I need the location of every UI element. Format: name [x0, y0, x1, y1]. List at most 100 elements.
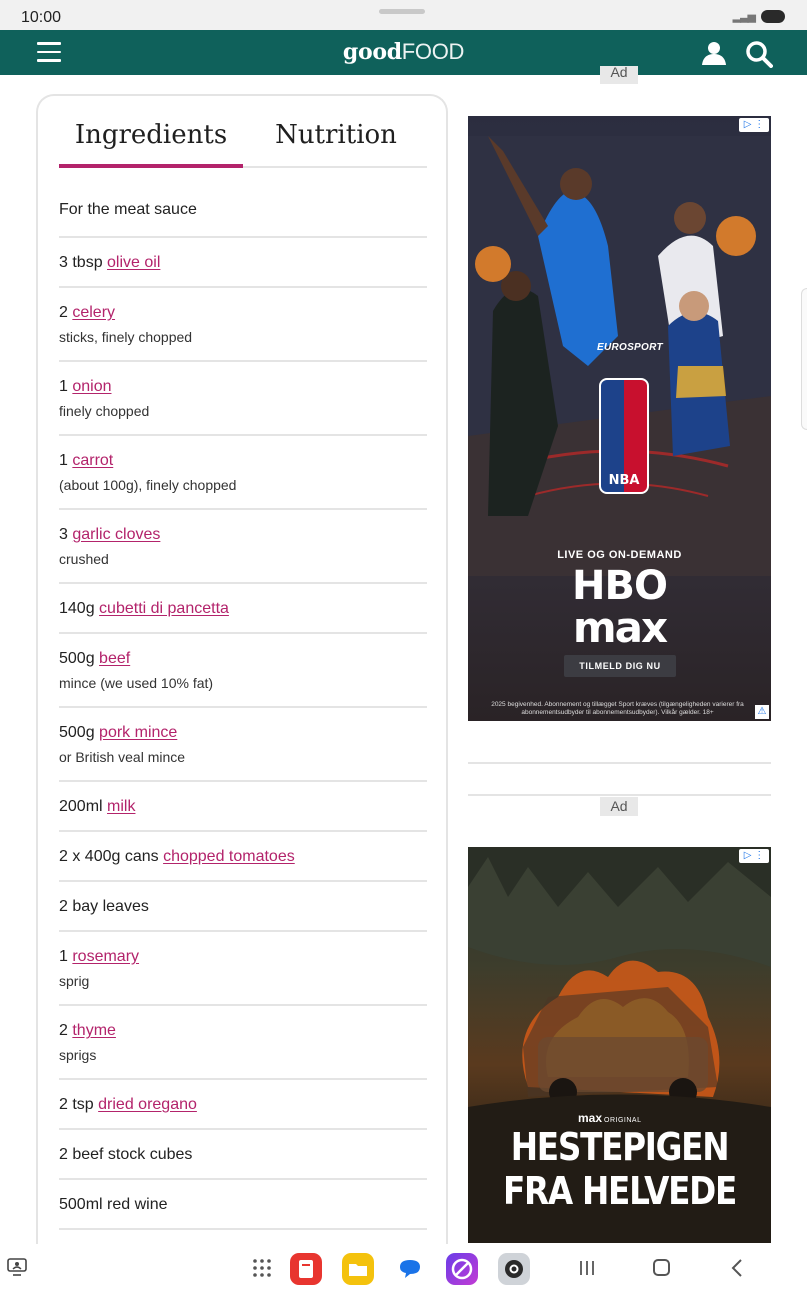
ingredient-link[interactable]: beef: [99, 650, 130, 667]
ingredient-quantity: 2 tsp: [59, 1096, 99, 1113]
ingredient-quantity: 3 tbsp: [59, 254, 108, 271]
ingredient-quantity: 2: [59, 1022, 73, 1039]
ingredient-quantity: 2 x 400g cans: [59, 848, 164, 865]
ingredient-link[interactable]: pork mince: [99, 724, 177, 741]
home-button-icon[interactable]: [653, 1259, 670, 1276]
ingredient-quantity: 500ml red wine: [59, 1196, 168, 1213]
ingredient-text: 1 rosemary: [59, 947, 427, 967]
ad-cta-button[interactable]: TILMELD DIG NU: [564, 655, 676, 677]
max-original-sub: ORIGINAL: [604, 1117, 642, 1124]
status-time: 10:00: [21, 9, 62, 26]
status-icons: ▂▃▅: [733, 10, 785, 23]
notes-app-icon[interactable]: [290, 1253, 322, 1285]
basketball-players-image: [468, 136, 771, 576]
messages-app-icon[interactable]: [394, 1253, 426, 1285]
ingredient-text: 1 onion: [59, 377, 427, 397]
app-drawer-icon[interactable]: [252, 1258, 272, 1278]
brand-logo[interactable]: goodFOOD: [0, 39, 807, 65]
browser-app-icon[interactable]: [446, 1253, 478, 1285]
ad-divider: [468, 762, 771, 764]
ingredient-link[interactable]: thyme: [72, 1022, 116, 1039]
movie-title-line1: HESTEPIGEN: [510, 1125, 730, 1169]
adchoices-icon[interactable]: ▷ ⋮: [739, 118, 769, 132]
hbo-max-ad[interactable]: ▷ ⋮ EUROSPORT NBA LIVE OG ON-DEMAND HBO …: [468, 116, 771, 721]
ingredient-quantity: 140g: [59, 600, 100, 617]
back-button-icon[interactable]: [730, 1258, 744, 1278]
ingredient-item: 2 bay leaves: [59, 882, 427, 932]
ingredient-list: For the meat sauce 3 tbsp olive oil 2 cel…: [59, 176, 427, 1230]
ingredient-group-heading: For the meat sauce: [59, 176, 427, 238]
brand-logo-food: FOOD: [401, 39, 465, 64]
ingredient-link[interactable]: garlic cloves: [72, 526, 160, 543]
tab-bar: Ingredients Nutrition: [59, 116, 427, 168]
ingredient-item: 200ml milk: [59, 782, 427, 832]
ingredient-link[interactable]: cubetti di pancetta: [99, 600, 229, 617]
ingredient-item: 2 thyme sprigs: [59, 1006, 427, 1080]
ingredient-item: 2 celery sticks, finely chopped: [59, 288, 427, 362]
screen-share-icon[interactable]: [7, 1258, 27, 1276]
ingredient-quantity: 2 bay leaves: [59, 898, 149, 915]
status-bar: 10:00 ▂▃▅: [0, 0, 807, 32]
camera-app-icon[interactable]: [498, 1253, 530, 1285]
files-app-icon[interactable]: [342, 1253, 374, 1285]
recents-button-icon[interactable]: [578, 1260, 596, 1276]
ad-label: Ad: [600, 66, 638, 84]
signal-icon: ▂▃▅: [732, 11, 756, 23]
user-icon[interactable]: [701, 41, 727, 65]
ingredient-text: 3 garlic cloves: [59, 525, 427, 545]
ingredient-quantity: 500g: [59, 724, 100, 741]
ingredient-link[interactable]: dried oregano: [98, 1096, 197, 1113]
ingredient-link[interactable]: onion: [72, 378, 111, 395]
ingredient-item: 2 x 400g cans chopped tomatoes: [59, 832, 427, 882]
ingredient-note: crushed: [59, 551, 109, 567]
ingredient-link[interactable]: carrot: [72, 452, 113, 469]
active-tab-indicator: [59, 164, 243, 168]
ingredient-note: sprigs: [59, 1047, 97, 1063]
ingredient-text: 1 carrot: [59, 451, 427, 471]
ingredient-item: 1 carrot (about 100g), finely chopped: [59, 436, 427, 510]
ingredient-text: 3 tbsp olive oil: [59, 253, 427, 273]
ingredient-text: 2 bay leaves: [59, 897, 427, 917]
ingredient-item: 3 tbsp olive oil: [59, 238, 427, 288]
ad-label: Ad: [600, 797, 638, 816]
ingredient-quantity: 500g: [59, 650, 100, 667]
ingredient-link[interactable]: chopped tomatoes: [163, 848, 295, 865]
search-icon[interactable]: [745, 40, 773, 68]
movie-title: HESTEPIGEN FRA HELVEDE: [489, 1125, 750, 1213]
ingredient-text: 2 x 400g cans chopped tomatoes: [59, 847, 427, 867]
tab-ingredients[interactable]: Ingredients: [59, 116, 243, 168]
adchoices-icon[interactable]: ▷ ⋮: [739, 849, 769, 863]
battery-icon: [761, 10, 785, 23]
movie-title-line2: FRA HELVEDE: [502, 1169, 737, 1213]
ingredient-text: 2 tsp dried oregano: [59, 1095, 427, 1115]
ingredient-item: 1 onion finely chopped: [59, 362, 427, 436]
ingredient-quantity: 2 beef stock cubes: [59, 1146, 193, 1163]
ingredient-text: 140g cubetti di pancetta: [59, 599, 427, 619]
ingredient-text: 200ml milk: [59, 797, 427, 817]
ingredient-note: sticks, finely chopped: [59, 329, 193, 345]
ingredient-link[interactable]: olive oil: [107, 254, 160, 271]
ingredient-link[interactable]: celery: [72, 304, 115, 321]
ingredient-quantity: 1: [59, 948, 73, 965]
ad-disclaimer: 2025 begivenhed. Abonnement og tillægget…: [491, 701, 744, 716]
ingredient-note: (about 100g), finely chopped: [59, 477, 237, 493]
tab-nutrition[interactable]: Nutrition: [245, 116, 427, 168]
ingredient-item: 500ml red wine: [59, 1180, 427, 1230]
ingredient-item: 2 beef stock cubes: [59, 1130, 427, 1180]
max-original-ad[interactable]: ▷ ⋮ max ORIGINAL HESTEPIGEN FRA HELVEDE: [468, 847, 771, 1243]
ingredient-text: 2 beef stock cubes: [59, 1145, 427, 1165]
max-brand: max: [578, 1111, 603, 1125]
system-navigation-bar: [0, 1244, 807, 1292]
notch-pill: [379, 9, 425, 14]
ingredient-item: 500g pork mince or British veal mince: [59, 708, 427, 782]
edge-panel-handle[interactable]: [801, 288, 807, 430]
max-original-label: max ORIGINAL: [578, 1111, 641, 1125]
ingredient-link[interactable]: milk: [107, 798, 135, 815]
brand-logo-good: good: [342, 39, 402, 65]
ingredient-note: mince (we used 10% fat): [59, 675, 214, 691]
ad-warning-icon[interactable]: ⚠: [755, 705, 769, 719]
ingredient-note: or British veal mince: [59, 749, 186, 765]
ingredient-link[interactable]: rosemary: [72, 948, 139, 965]
ingredient-text: 500g beef: [59, 649, 427, 669]
eurosport-label: EUROSPORT: [597, 342, 663, 353]
